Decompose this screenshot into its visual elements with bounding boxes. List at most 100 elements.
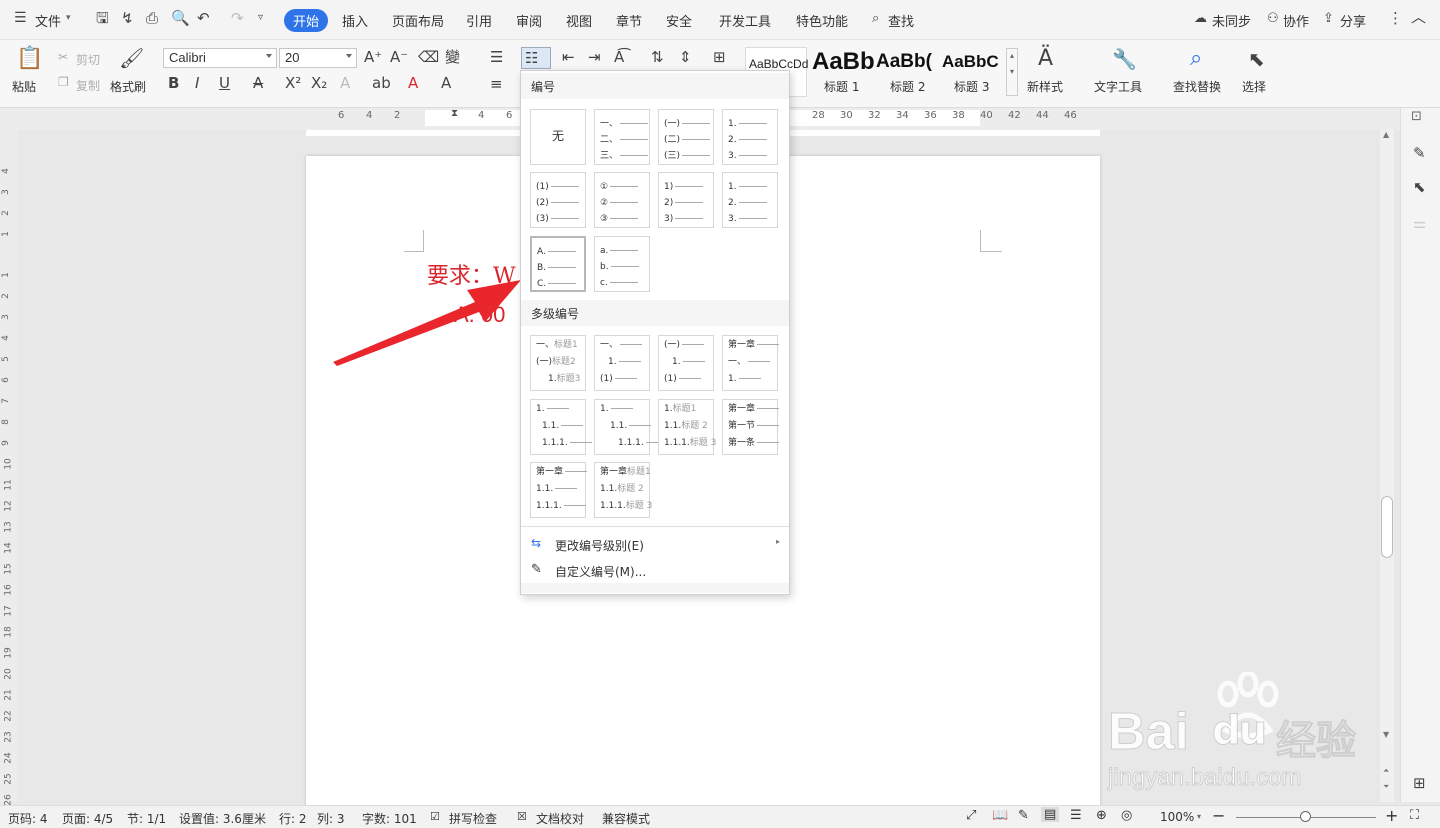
- select-button[interactable]: 选择: [1242, 78, 1266, 95]
- numbering-option[interactable]: 一、 二、 三、: [594, 109, 650, 165]
- cut-button[interactable]: 剪切: [76, 51, 100, 68]
- fit-page-icon[interactable]: ⛶: [1410, 808, 1419, 823]
- outline-view-icon[interactable]: ☰: [1070, 808, 1082, 823]
- numbering-option[interactable]: 1. 2. 3.: [722, 109, 778, 165]
- settings-sliders-icon[interactable]: ⚌: [1413, 216, 1426, 231]
- print-icon[interactable]: ⎙: [146, 11, 158, 26]
- numbering-option[interactable]: (一) (二) (三): [658, 109, 714, 165]
- vertical-ruler[interactable]: 4 3 2 1 1 2 3 4 5 6 7 8 9 10 11 12 13 14 15 16 17 18 19 20 21 22 2…: [0, 130, 18, 806]
- grow-font-icon[interactable]: A⁺: [364, 50, 382, 65]
- status-col[interactable]: 列: 3: [317, 810, 345, 827]
- more-icon[interactable]: ⋮: [1388, 11, 1403, 26]
- asian-layout-icon[interactable]: A͡: [614, 50, 624, 65]
- cursor-icon[interactable]: ⬉: [1413, 180, 1426, 195]
- tab-developer[interactable]: 开发工具: [719, 11, 771, 30]
- multilevel-option[interactable]: 一、标题1 (一)标题2 1.标题3: [530, 335, 586, 391]
- increase-indent-icon[interactable]: ⇥: [588, 50, 601, 65]
- status-words[interactable]: 字数: 101: [362, 810, 417, 827]
- panel-icon[interactable]: ⊡: [1411, 110, 1422, 123]
- highlight-icon[interactable]: ab: [372, 76, 391, 91]
- style-h3-label[interactable]: 标题 3: [954, 78, 989, 95]
- tab-page-layout[interactable]: 页面布局: [392, 11, 444, 30]
- clear-format-icon[interactable]: ⌫: [418, 50, 439, 65]
- style-h2-label[interactable]: 标题 2: [890, 78, 925, 95]
- numbering-option[interactable]: (1) (2) (3): [530, 172, 586, 228]
- font-size-select[interactable]: 20: [279, 48, 357, 68]
- format-painter-button[interactable]: 格式刷: [110, 78, 146, 95]
- zoom-in-icon[interactable]: +: [1385, 806, 1398, 825]
- phonetic-icon[interactable]: 變: [445, 50, 460, 65]
- multilevel-option[interactable]: 第一章 1.1. 1.1.1.: [530, 462, 588, 518]
- underline-icon[interactable]: U: [219, 76, 230, 91]
- tab-features[interactable]: 特色功能: [796, 11, 848, 30]
- status-pages[interactable]: 页面: 4/5: [62, 810, 113, 827]
- numbered-list-icon[interactable]: ☷: [521, 47, 551, 69]
- file-menu[interactable]: 文件: [35, 11, 61, 30]
- style-h2-preview[interactable]: AaBb(: [876, 51, 932, 73]
- sync-status[interactable]: 未同步: [1212, 11, 1251, 30]
- multilevel-option[interactable]: 1. 1.1. 1.1.1.: [530, 399, 592, 455]
- numbering-option[interactable]: 1) 2) 3): [658, 172, 714, 228]
- numbering-none-option[interactable]: 无: [530, 109, 586, 165]
- multilevel-option[interactable]: 第一章标题1 1.1.标题 2 1.1.1.标题 3: [594, 462, 652, 518]
- multilevel-option[interactable]: 第一章 第一节 第一条: [722, 399, 780, 455]
- vertical-scrollbar[interactable]: ▲ ▼ ⏶ ⏷: [1380, 130, 1394, 802]
- font-color-icon[interactable]: A: [408, 76, 418, 91]
- shrink-font-icon[interactable]: A⁻: [390, 50, 408, 65]
- tab-chapter[interactable]: 章节: [616, 11, 642, 30]
- tab-review[interactable]: 审阅: [516, 11, 542, 30]
- paste-icon[interactable]: 📋: [16, 48, 43, 70]
- scroll-up-icon[interactable]: ▲: [1383, 130, 1389, 139]
- multilevel-option[interactable]: 1.标题1 1.1.标题 2 1.1.1.标题 3: [658, 399, 716, 455]
- style-h1-preview[interactable]: AaBb: [812, 48, 875, 76]
- paste-button[interactable]: 粘贴: [12, 78, 36, 95]
- share-button[interactable]: 分享: [1340, 11, 1366, 30]
- tab-insert[interactable]: 插入: [342, 11, 368, 30]
- status-setting[interactable]: 设置值: 3.6厘米: [179, 810, 266, 827]
- fullscreen-icon[interactable]: ⤢: [966, 808, 976, 823]
- bold-icon[interactable]: B: [168, 76, 179, 91]
- proofread-button[interactable]: 文档校对: [536, 810, 584, 827]
- web-view-icon[interactable]: ⊕: [1096, 808, 1107, 823]
- tab-references[interactable]: 引用: [466, 11, 492, 30]
- multilevel-option[interactable]: (一) 1. (1): [658, 335, 714, 391]
- numbering-option[interactable]: ① ② ③: [594, 172, 650, 228]
- grid-apps-icon[interactable]: ⊞: [1413, 776, 1426, 791]
- indent-marker-icon[interactable]: ⧗: [451, 108, 458, 119]
- text-tools-button[interactable]: 文字工具: [1094, 78, 1142, 95]
- align-left-icon[interactable]: ≡: [490, 77, 503, 92]
- change-level-menu-item[interactable]: ⇆ 更改编号级别(E) ▸: [521, 531, 789, 557]
- style-h3-preview[interactable]: AaBbC: [942, 52, 999, 72]
- find-replace-button[interactable]: 查找替换: [1173, 78, 1221, 95]
- read-mode-icon[interactable]: 📖: [992, 808, 1008, 823]
- search-icon[interactable]: ⌕: [872, 12, 879, 25]
- decrease-indent-icon[interactable]: ⇤: [562, 50, 575, 65]
- font-name-select[interactable]: Calibri: [163, 48, 277, 68]
- bullet-list-icon[interactable]: ☰: [490, 50, 503, 65]
- customize-icon[interactable]: ▿: [258, 13, 263, 23]
- sort-icon[interactable]: ⇅: [651, 50, 664, 65]
- status-page[interactable]: 页码: 4: [8, 810, 48, 827]
- redo-icon[interactable]: ↷: [231, 11, 244, 26]
- zoom-level[interactable]: 100%: [1160, 810, 1194, 824]
- status-row[interactable]: 行: 2: [279, 810, 307, 827]
- multilevel-option[interactable]: 第一章 一、 1.: [722, 335, 780, 391]
- text-effect-icon[interactable]: A: [340, 76, 350, 91]
- page-view-icon[interactable]: ▤: [1041, 807, 1060, 822]
- numbering-option[interactable]: 1. 2. 3.: [722, 172, 778, 228]
- zoom-slider-thumb[interactable]: [1300, 811, 1311, 822]
- multilevel-option[interactable]: 一、 1. (1): [594, 335, 650, 391]
- strikethrough-icon[interactable]: A: [253, 76, 263, 91]
- italic-icon[interactable]: I: [195, 76, 199, 91]
- scroll-down-icon[interactable]: ▼: [1383, 730, 1389, 739]
- save-icon[interactable]: 🖫: [96, 11, 109, 26]
- tab-home[interactable]: 开始: [284, 9, 329, 32]
- status-section[interactable]: 节: 1/1: [127, 810, 166, 827]
- undo-icon[interactable]: ↶: [197, 11, 210, 26]
- line-spacing-icon[interactable]: ⇕: [679, 50, 692, 65]
- numbering-option[interactable]: a. b. c.: [594, 236, 650, 292]
- subscript-icon[interactable]: X₂: [311, 76, 327, 91]
- tab-security[interactable]: 安全: [666, 11, 692, 30]
- custom-numbering-menu-item[interactable]: ✎ 自定义编号(M)...: [521, 557, 789, 583]
- page-down-icon[interactable]: ⏷: [1383, 782, 1389, 792]
